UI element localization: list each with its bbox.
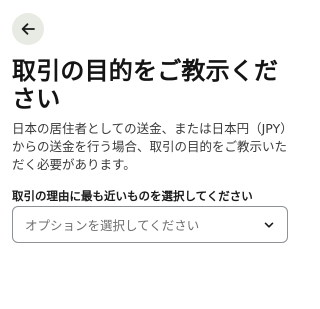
arrow-left-icon — [21, 23, 35, 35]
reason-field-label: 取引の理由に最も近いものを選択してください — [12, 189, 253, 203]
reason-select[interactable]: オプションを選択してください — [12, 206, 288, 243]
page-title: 取引の目的をご教示ください — [12, 57, 279, 113]
chevron-down-icon — [263, 219, 275, 231]
purpose-screen: 取引の目的をご教示ください 日本の居住者としての送金、または日本円（JPY）から… — [0, 0, 300, 309]
back-button[interactable] — [12, 13, 44, 45]
page-description: 日本の居住者としての送金、または日本円（JPY）からの送金を行う場合、取引の目的… — [12, 121, 288, 172]
reason-select-placeholder: オプションを選択してください — [25, 218, 200, 233]
